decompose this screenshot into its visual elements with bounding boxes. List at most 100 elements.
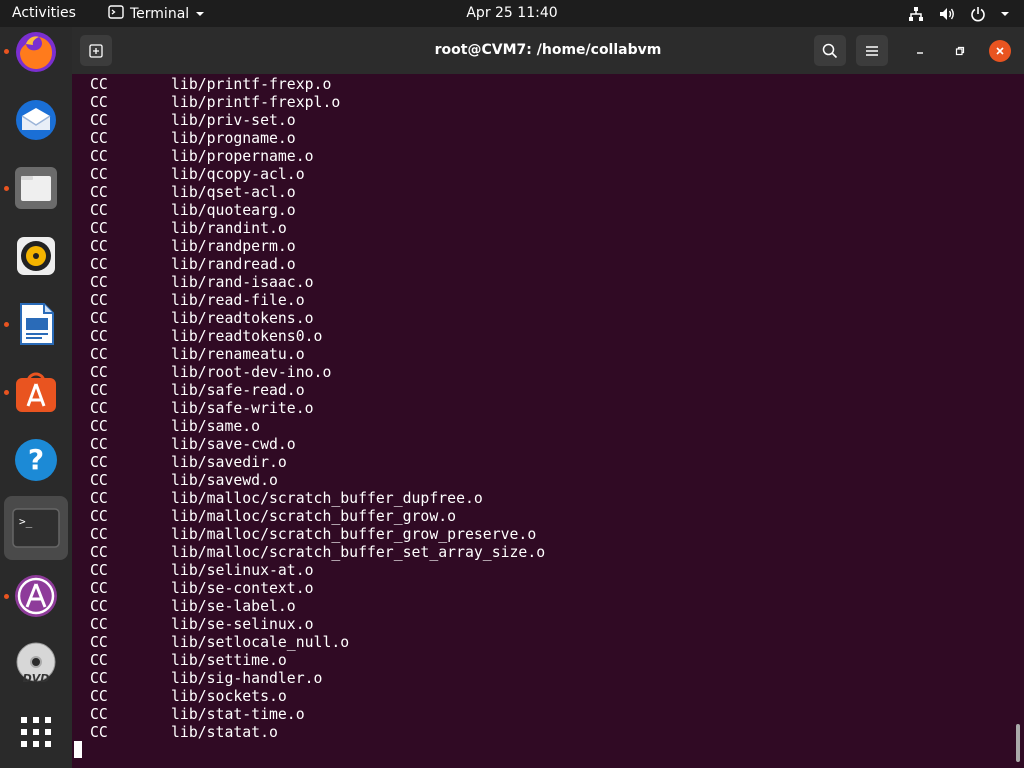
compile-command: CC [90,238,108,255]
compile-command: CC [90,346,108,363]
dock-thunderbird[interactable] [4,88,68,152]
compile-command: CC [90,364,108,381]
dock-dvd[interactable]: DVD [4,632,68,696]
dock-firefox[interactable] [4,20,68,84]
compile-command: CC [90,508,108,525]
compile-command: CC [90,220,108,237]
compile-command: CC [90,598,108,615]
compile-command: CC [90,526,108,543]
terminal-line: CC lib/safe-read.o [90,382,545,400]
maximize-button[interactable] [949,40,971,62]
compile-command: CC [90,616,108,633]
object-file-path: lib/statat.o [171,724,278,741]
dock-help[interactable]: ? [4,428,68,492]
scrollbar[interactable] [1016,724,1020,762]
compile-command: CC [90,382,108,399]
terminal-line: CC lib/statat.o [90,724,545,742]
terminal-line: CC lib/renameatu.o [90,346,545,364]
compile-command: CC [90,472,108,489]
terminal-line: CC lib/randint.o [90,220,545,238]
dock-rhythmbox[interactable] [4,224,68,288]
close-icon [996,47,1004,55]
compile-command: CC [90,454,108,471]
compile-command: CC [90,130,108,147]
close-button[interactable] [989,40,1011,62]
object-file-path: lib/selinux-at.o [171,562,314,579]
rhythmbox-icon [17,237,55,275]
writer-icon [20,303,54,345]
restore-icon [955,46,965,56]
object-file-path: lib/progname.o [171,130,296,147]
object-file-path: lib/safe-read.o [171,382,305,399]
terminal-line: CC lib/selinux-at.o [90,562,545,580]
hamburger-menu-icon [866,45,878,56]
menu-button[interactable] [856,35,888,66]
system-tray[interactable] [908,0,1010,27]
compile-command: CC [90,202,108,219]
terminal-line: CC lib/malloc/scratch_buffer_dupfree.o [90,490,545,508]
terminal-line: CC lib/stat-time.o [90,706,545,724]
search-button[interactable] [814,35,846,66]
compile-command: CC [90,148,108,165]
terminal-line: CC lib/settime.o [90,652,545,670]
compile-command: CC [90,112,108,129]
compile-command: CC [90,490,108,507]
terminal-icon: >_ [12,508,60,548]
clock[interactable]: Apr 25 11:40 [466,5,557,21]
terminal-app-icon [108,4,124,23]
terminal-area[interactable]: CC lib/printf-frexp.o CC lib/printf-frexpl.… [72,74,1024,768]
app-menu[interactable]: Terminal [108,0,205,27]
object-file-path: lib/randperm.o [171,238,296,255]
terminal-line: CC lib/root-dev-ino.o [90,364,545,382]
object-file-path: lib/malloc/scratch_buffer_grow.o [171,508,457,525]
object-file-path: lib/sig-handler.o [171,670,323,687]
object-file-path: lib/savedir.o [171,454,287,471]
terminal-line: CC lib/savewd.o [90,472,545,490]
object-file-path: lib/setlocale_null.o [171,634,350,651]
terminal-line: CC lib/savedir.o [90,454,545,472]
files-icon [15,167,57,209]
svg-text:>_: >_ [19,515,33,528]
dock: ? >_ DVD [0,27,72,768]
terminal-line: CC lib/rand-isaac.o [90,274,545,292]
help-icon: ? [15,439,57,481]
object-file-path: lib/randint.o [171,220,287,237]
compile-command: CC [90,400,108,417]
volume-icon[interactable] [938,6,956,22]
show-applications-button[interactable] [4,700,68,764]
compile-command: CC [90,652,108,669]
dock-terminal[interactable]: >_ [4,496,68,560]
svg-text:DVD: DVD [23,672,50,685]
thunderbird-icon [16,100,56,140]
terminal-line: CC lib/malloc/scratch_buffer_grow.o [90,508,545,526]
terminal-line: CC lib/randperm.o [90,238,545,256]
new-tab-button[interactable] [80,35,112,66]
app-grid-icon [21,717,51,747]
object-file-path: lib/save-cwd.o [171,436,296,453]
terminal-line: CC lib/priv-set.o [90,112,545,130]
terminal-line: CC lib/propername.o [90,148,545,166]
minimize-button[interactable] [909,40,931,62]
compile-command: CC [90,634,108,651]
terminal-line: CC lib/qset-acl.o [90,184,545,202]
network-icon[interactable] [908,6,924,22]
compile-command: CC [90,328,108,345]
dock-libreoffice-writer[interactable] [4,292,68,356]
minimize-icon [917,52,923,54]
dvd-icon: DVD [16,642,56,685]
object-file-path: lib/se-selinux.o [171,616,314,633]
terminal-line: CC lib/save-cwd.o [90,436,545,454]
object-file-path: lib/priv-set.o [171,112,296,129]
chevron-down-icon[interactable] [1000,10,1010,18]
dock-ubuntu-software[interactable] [4,360,68,424]
app-menu-label: Terminal [130,5,190,22]
dock-files[interactable] [4,156,68,220]
terminal-line: CC lib/sig-handler.o [90,670,545,688]
title-bar[interactable]: root@CVM7: /home/collabvm [72,27,1024,74]
terminal-line: CC lib/malloc/scratch_buffer_grow_preserv… [90,526,545,544]
power-icon[interactable] [970,6,986,22]
terminal-output: CC lib/printf-frexp.o CC lib/printf-frexpl.… [90,76,545,742]
terminal-line: CC lib/same.o [90,418,545,436]
app-store-a-icon [15,575,57,617]
dock-app-a[interactable] [4,564,68,628]
